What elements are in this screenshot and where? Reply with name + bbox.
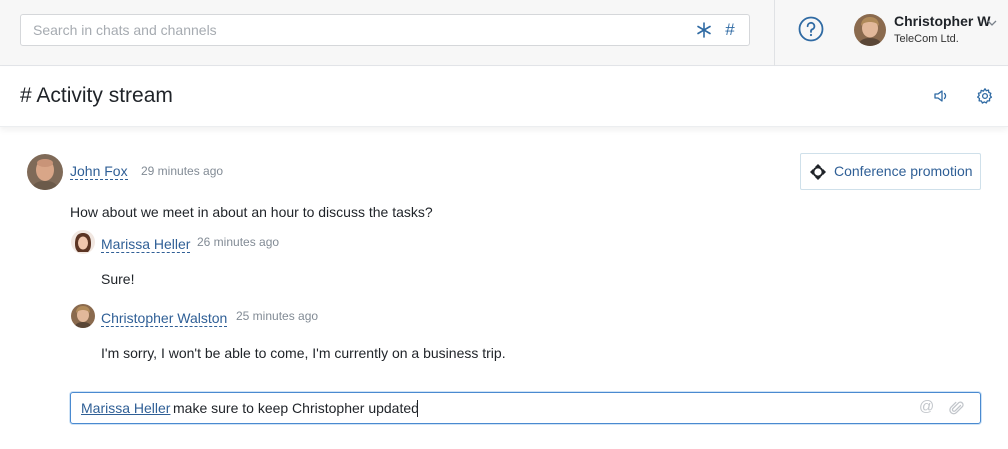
- mention-link[interactable]: Marissa Heller: [81, 400, 170, 416]
- speaker-icon[interactable]: [932, 87, 950, 105]
- message-time: 29 minutes ago: [141, 164, 224, 178]
- gear-icon[interactable]: [976, 87, 994, 105]
- reply-author[interactable]: Christopher Walston: [101, 310, 228, 327]
- help-icon[interactable]: [798, 16, 824, 42]
- reply-time: 25 minutes ago: [236, 309, 319, 323]
- message-author[interactable]: John Fox: [70, 163, 128, 180]
- at-icon[interactable]: @: [919, 398, 934, 415]
- avatar[interactable]: [71, 230, 95, 254]
- top-divider: [774, 0, 775, 66]
- user-name[interactable]: Christopher W: [894, 13, 990, 29]
- reply-input[interactable]: Marissa Heller make sure to keep Christo…: [70, 392, 981, 424]
- channel-header: # Activity stream: [0, 67, 1008, 127]
- channel-title: # Activity stream: [20, 84, 173, 107]
- reply-text: Sure!: [101, 271, 135, 287]
- reply-text: I'm sorry, I won't be able to come, I'm …: [101, 345, 506, 361]
- avatar[interactable]: [71, 304, 95, 328]
- reply-time: 26 minutes ago: [197, 235, 280, 249]
- conference-promotion-button[interactable]: Conference promotion: [800, 153, 981, 190]
- reply-author[interactable]: Marissa Heller: [101, 236, 191, 253]
- reply-input-text[interactable]: make sure to keep Christopher updated: [173, 400, 419, 416]
- user-avatar[interactable]: [854, 14, 886, 46]
- conference-icon: [809, 163, 827, 181]
- chevron-down-icon[interactable]: [986, 16, 998, 28]
- top-bar: # Christopher W TeleCom Ltd.: [0, 0, 1008, 66]
- asterisk-icon[interactable]: [693, 19, 715, 41]
- conference-promotion-label: Conference promotion: [834, 163, 973, 179]
- user-company: TeleCom Ltd.: [894, 33, 959, 45]
- search-input[interactable]: [33, 15, 683, 45]
- hash-icon[interactable]: #: [719, 19, 741, 41]
- message-text: How about we meet in about an hour to di…: [70, 204, 433, 220]
- avatar[interactable]: [27, 154, 63, 190]
- search-box[interactable]: #: [20, 14, 750, 46]
- paperclip-icon[interactable]: [949, 400, 965, 416]
- text-caret: [417, 400, 418, 417]
